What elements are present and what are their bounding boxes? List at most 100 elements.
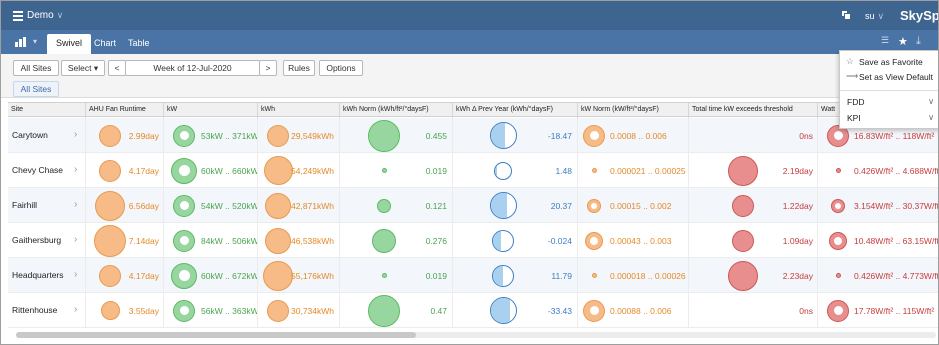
table-row[interactable]: Fairhill › 6.56day 54kW .. 520kW 42,871kWh 0.…: [8, 188, 938, 223]
kw-cell[interactable]: 54kW .. 520kW: [164, 188, 258, 223]
project-selector[interactable]: Demo ∨: [27, 10, 63, 21]
kw-norm-cell[interactable]: 0.00015 .. 0.002: [578, 188, 689, 223]
kw-norm-cell[interactable]: 0.0008 .. 0.006: [578, 118, 689, 153]
site-cell[interactable]: Headquarters ›: [8, 258, 86, 293]
date-range-field[interactable]: Week of 12-Jul-2020: [125, 60, 260, 76]
threshold-cell[interactable]: 2.23day: [689, 258, 818, 293]
rules-button[interactable]: Rules: [283, 60, 315, 76]
kwh-norm-cell[interactable]: 0.121: [340, 188, 453, 223]
watt-cell[interactable]: 17.78W/ft² .. 115W/ft²: [818, 293, 938, 328]
chevron-right-icon[interactable]: ›: [74, 269, 77, 280]
kwh-norm-cell[interactable]: 0.47: [340, 293, 453, 328]
options-button[interactable]: Options: [319, 60, 363, 76]
runtime-cell[interactable]: 2.99day: [86, 118, 164, 153]
chevron-right-icon[interactable]: ›: [74, 199, 77, 210]
kw-cell[interactable]: 84kW .. 506kW: [164, 223, 258, 258]
star-icon[interactable]: ★: [898, 35, 908, 48]
chevron-right-icon[interactable]: ›: [74, 234, 77, 245]
column-header[interactable]: kWh: [258, 103, 340, 118]
threshold-cell[interactable]: 0ns: [689, 293, 818, 328]
watt-value: 16.83W/ft² .. 118W/ft²: [854, 131, 935, 141]
kwh-delta-cell[interactable]: 11.79: [453, 258, 578, 293]
kw-norm-cell[interactable]: 0.000018 .. 0.00026: [578, 258, 689, 293]
watt-cell[interactable]: 0.426W/ft² .. 4.688W/ft²: [818, 153, 938, 188]
threshold-cell[interactable]: 1.09day: [689, 223, 818, 258]
next-period-button[interactable]: >: [259, 60, 277, 76]
column-header[interactable]: Site: [8, 103, 86, 118]
site-cell[interactable]: Fairhill ›: [8, 188, 86, 223]
tab-table[interactable]: Table: [119, 34, 159, 54]
kwh-norm-cell[interactable]: 0.455: [340, 118, 453, 153]
runtime-cell[interactable]: 3.55day: [86, 293, 164, 328]
kwh-norm-cell[interactable]: 0.019: [340, 258, 453, 293]
column-header[interactable]: kW: [164, 103, 258, 118]
kw-cell[interactable]: 53kW .. 371kW: [164, 118, 258, 153]
menu-item-save-favorite[interactable]: ☆ Save as Favorite: [840, 56, 938, 70]
kwh-cell[interactable]: 55,176kWh: [258, 258, 340, 293]
column-header[interactable]: Total time kW exceeds threshold: [689, 103, 818, 118]
table-row[interactable]: Gaithersburg › 7.14day 84kW .. 506kW 46,538k…: [8, 223, 938, 258]
kwh-delta-cell[interactable]: 1.48: [453, 153, 578, 188]
kw-cell[interactable]: 60kW .. 672kW: [164, 258, 258, 293]
table-row[interactable]: Chevy Chase › 4.17day 60kW .. 660kW 54,249kW…: [8, 153, 938, 188]
horizontal-scrollbar[interactable]: [16, 332, 936, 338]
kw-norm-cell[interactable]: 0.000021 .. 0.00025: [578, 153, 689, 188]
kwh-cell[interactable]: 30,734kWh: [258, 293, 340, 328]
site-cell[interactable]: Gaithersburg ›: [8, 223, 86, 258]
threshold-cell[interactable]: 1.22day: [689, 188, 818, 223]
kwh-norm-cell[interactable]: 0.019: [340, 153, 453, 188]
threshold-cell[interactable]: 2.19day: [689, 153, 818, 188]
menu-item-set-default[interactable]: ⟶ Set as View Default: [840, 71, 938, 85]
runtime-cell[interactable]: 4.17day: [86, 258, 164, 293]
runtime-cell[interactable]: 7.14day: [86, 223, 164, 258]
column-header[interactable]: kWh Δ Prev Year (kWh/°daysF): [453, 103, 578, 118]
kwh-norm-cell[interactable]: 0.276: [340, 223, 453, 258]
chevron-right-icon[interactable]: ›: [74, 304, 77, 315]
column-header[interactable]: AHU Fan Runtime: [86, 103, 164, 118]
scrollbar-thumb[interactable]: [16, 332, 416, 338]
menu-group-kpi[interactable]: KPI ∨: [840, 112, 938, 126]
watt-cell[interactable]: 0.426W/ft² .. 4.773W/ft²: [818, 258, 938, 293]
list-icon[interactable]: ☰: [881, 35, 889, 46]
kwh-cell[interactable]: 29,549kWh: [258, 118, 340, 153]
kw-norm-cell[interactable]: 0.00088 .. 0.006: [578, 293, 689, 328]
site-cell[interactable]: Chevy Chase ›: [8, 153, 86, 188]
all-sites-chip[interactable]: All Sites: [13, 81, 59, 97]
kw-norm-cell[interactable]: 0.00043 .. 0.003: [578, 223, 689, 258]
download-icon[interactable]: ⤓: [916, 35, 921, 48]
kw-cell[interactable]: 60kW .. 660kW: [164, 153, 258, 188]
chevron-right-icon[interactable]: ›: [74, 164, 77, 175]
hamburger-menu-icon[interactable]: [13, 11, 23, 21]
all-sites-button[interactable]: All Sites: [13, 60, 59, 76]
table-row[interactable]: Headquarters › 4.17day 60kW .. 672kW 55,176k…: [8, 258, 938, 293]
chevron-right-icon[interactable]: ›: [74, 129, 77, 140]
kw-cell[interactable]: 56kW .. 363kW: [164, 293, 258, 328]
threshold-cell[interactable]: 0ns: [689, 118, 818, 153]
runtime-cell[interactable]: 4.17day: [86, 153, 164, 188]
user-menu[interactable]: su ∨: [865, 11, 884, 22]
app-menu-chevron-icon[interactable]: ▾: [33, 37, 37, 46]
table-row[interactable]: Rittenhouse › 3.55day 56kW .. 363kW 30,734kW…: [8, 293, 938, 328]
table-row[interactable]: Carytown › 2.99day 53kW .. 371kW 29,549kWh 0.…: [8, 118, 938, 153]
kwh-delta-cell[interactable]: -33.43: [453, 293, 578, 328]
user-name: su: [865, 11, 875, 21]
column-header[interactable]: kWh Norm (kWh/ft²/°daysF): [340, 103, 453, 118]
watt-cell[interactable]: 10.48W/ft² .. 63.15W/ft²: [818, 223, 938, 258]
prev-period-button[interactable]: <: [108, 60, 126, 76]
copy-icon[interactable]: [841, 10, 851, 20]
kwh-cell[interactable]: 54,249kWh: [258, 153, 340, 188]
kwh-cell[interactable]: 46,538kWh: [258, 223, 340, 258]
runtime-cell[interactable]: 6.56day: [86, 188, 164, 223]
kwh-cell[interactable]: 42,871kWh: [258, 188, 340, 223]
menu-group-fdd[interactable]: FDD ∨: [840, 96, 938, 110]
column-header[interactable]: kW Norm (kW/ft²/°daysF): [578, 103, 689, 118]
kwh-delta-cell[interactable]: 20.37: [453, 188, 578, 223]
kwh-delta-cell[interactable]: -0.024: [453, 223, 578, 258]
site-cell[interactable]: Rittenhouse ›: [8, 293, 86, 328]
select-dropdown[interactable]: Select ▾: [61, 60, 105, 76]
site-cell[interactable]: Carytown ›: [8, 118, 86, 153]
star-outline-icon: ☆: [846, 56, 854, 66]
watt-cell[interactable]: 3.154W/ft² .. 30.37W/ft²: [818, 188, 938, 223]
kwh-delta-cell[interactable]: -18.47: [453, 118, 578, 153]
app-window: Demo∨ su∨ SkySpark ▾ Swivel Chart Table …: [0, 0, 939, 345]
